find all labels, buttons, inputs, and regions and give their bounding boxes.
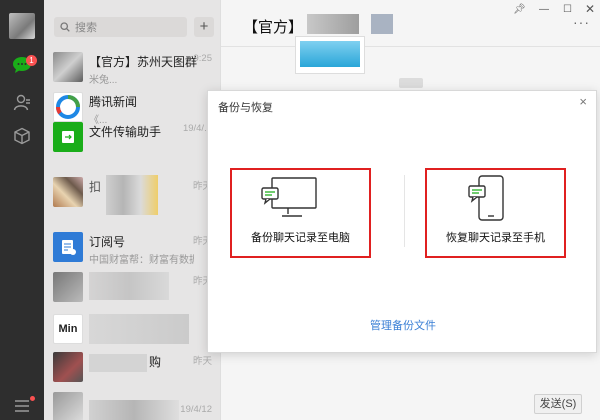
blurred-region xyxy=(89,354,147,372)
side-nav: 1 xyxy=(0,0,44,420)
chat-name: 腾讯新闻 xyxy=(89,95,138,109)
favorites-icon[interactable] xyxy=(12,126,32,146)
pin-icon[interactable]: 📌︎ xyxy=(513,4,526,15)
menu-notice-dot xyxy=(30,396,35,401)
chat-title: 【官方】 xyxy=(243,19,304,36)
restore-to-phone-button[interactable]: 恢复聊天记录至手机 xyxy=(425,168,566,258)
image-preview xyxy=(300,41,360,67)
chat-time: 昨天 xyxy=(192,356,212,367)
blurred-region xyxy=(89,272,169,300)
search-placeholder: 搜索 xyxy=(75,22,97,34)
backup-label: 备份聊天记录至电脑 xyxy=(251,232,350,244)
search-box[interactable]: 搜索 xyxy=(54,17,187,37)
option-divider xyxy=(404,175,405,247)
chat-item[interactable]: 19/4/12 xyxy=(44,380,220,420)
file-transfer-icon xyxy=(53,122,83,152)
backup-restore-dialog: 备份与恢复 × 备份聊天记录至电脑 恢复聊天记录至手机 管理备份文件 xyxy=(207,90,597,353)
blurred-region xyxy=(371,14,393,34)
backup-to-pc-button[interactable]: 备份聊天记录至电脑 xyxy=(230,168,371,258)
maximize-icon[interactable]: ☐ xyxy=(563,4,572,15)
close-icon[interactable]: × xyxy=(579,94,587,109)
blurred-region xyxy=(106,175,158,215)
blurred-region xyxy=(307,14,359,34)
blurred-region xyxy=(89,400,179,420)
chat-item[interactable]: 扣 昨天 xyxy=(44,165,220,225)
subscription-icon xyxy=(53,232,83,262)
chat-name: 【官方】苏州天图群 xyxy=(89,55,198,69)
chat-name: 扣 xyxy=(89,180,102,194)
more-options-icon[interactable]: ··· xyxy=(573,14,590,30)
menu-icon[interactable] xyxy=(12,396,32,416)
chat-name: 订阅号 xyxy=(89,235,126,249)
send-button[interactable]: 发送(S) xyxy=(534,394,582,414)
chat-list-panel: 搜索 + 【官方】苏州天图群 米兔... 9:25 腾讯新闻 《... 文件传输… xyxy=(44,0,220,420)
time-stamp-pill xyxy=(399,78,423,88)
chat-avatar xyxy=(53,392,83,420)
search-icon xyxy=(60,22,70,32)
manage-backup-link[interactable]: 管理备份文件 xyxy=(208,317,598,333)
restore-label: 恢复聊天记录至手机 xyxy=(446,232,545,244)
avatar-text: Min xyxy=(58,323,78,335)
computer-icon xyxy=(261,177,317,217)
chat-time: 9:25 xyxy=(193,53,213,64)
chat-avatar xyxy=(53,177,83,207)
avatar[interactable] xyxy=(9,13,35,39)
unread-badge: 1 xyxy=(26,55,37,66)
contacts-icon[interactable] xyxy=(12,92,32,112)
add-chat-button[interactable]: + xyxy=(194,17,214,37)
minimize-icon[interactable]: — xyxy=(539,4,549,15)
phone-icon xyxy=(468,175,504,221)
title-divider xyxy=(221,46,600,47)
chat-avatar xyxy=(53,52,83,82)
message-image[interactable] xyxy=(295,36,365,74)
chat-avatar xyxy=(53,352,83,382)
chat-name: 购 xyxy=(149,355,162,369)
chat-item-file-transfer[interactable]: 文件传输助手 19/4/... xyxy=(44,110,220,170)
dialog-title: 备份与恢复 xyxy=(218,102,273,114)
chat-name: 文件传输助手 xyxy=(89,125,162,139)
chat-avatar xyxy=(53,272,83,302)
chat-time: 19/4/12 xyxy=(180,404,212,415)
